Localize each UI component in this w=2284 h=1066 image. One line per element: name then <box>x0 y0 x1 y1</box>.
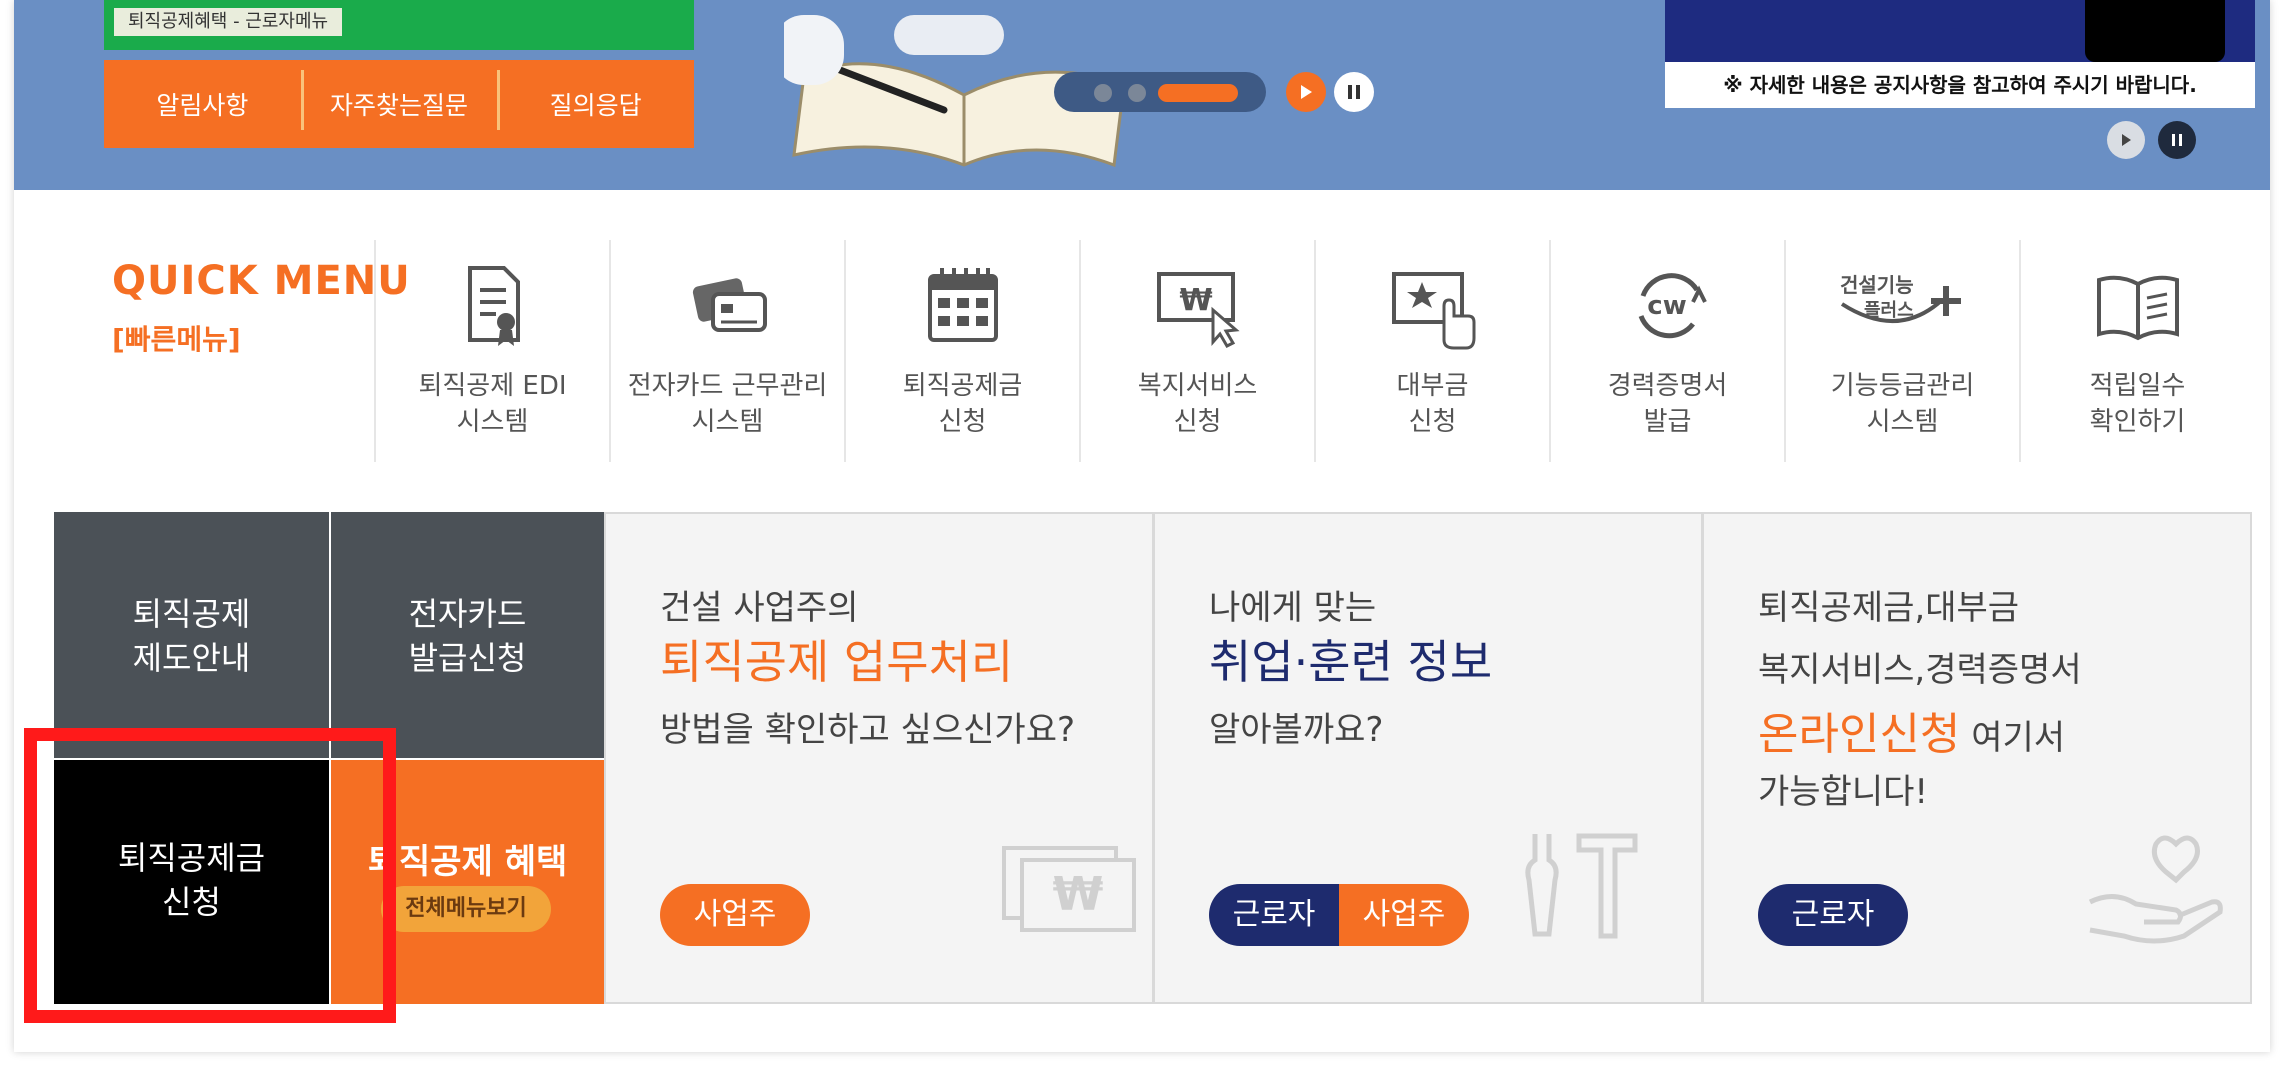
tile-label: 제도안내 <box>132 639 251 677</box>
construction-skill-plus-icon: 건설기능 플러스 <box>1840 273 1961 324</box>
quick-item-edi[interactable]: 퇴직공제 EDI 시스템 <box>374 240 609 462</box>
quick-item-loan[interactable]: 대부금신청 <box>1314 240 1549 462</box>
won-bills-icon: ₩ <box>1002 846 1136 932</box>
notice-menu: 알림사항 자주찾는질문 질의응답 <box>104 60 694 148</box>
right-banner-pause-button[interactable] <box>2158 121 2196 159</box>
play-icon <box>2122 134 2131 146</box>
hand-heart-icon <box>2088 835 2223 944</box>
quick-item-label: 확인하기 <box>2089 407 2186 437</box>
panel-headline: 취업·훈련 정보 <box>1209 635 1493 689</box>
quick-item-skill-grade[interactable]: 건설기능 플러스 기능등급관리시스템 <box>1784 240 2019 462</box>
tile-system-guide[interactable]: 퇴직공제제도안내 <box>54 512 329 758</box>
employer-button[interactable]: 사업주 <box>660 884 810 946</box>
quick-item-label: 신청 <box>1408 407 1457 437</box>
tile-label: 퇴직공제 <box>132 595 251 633</box>
open-book-icon <box>2096 275 2179 341</box>
skill-plus-text: 건설기능 <box>1840 273 1914 297</box>
panel-online-apply: 퇴직공제금,대부금 복지서비스,경력증명서 온라인신청 여기서 가능합니다! 근… <box>1702 512 2252 1004</box>
won-screen-click-icon: ₩ <box>1156 272 1240 348</box>
tile-label: 퇴직공제금 <box>117 839 266 877</box>
quick-item-label: 발급 <box>1643 407 1692 437</box>
slide-indicator <box>1054 72 1266 112</box>
quick-item-ecard[interactable]: 전자카드 근무관리시스템 <box>609 240 844 462</box>
tile-ecard-issue[interactable]: 전자카드발급신청 <box>331 512 604 758</box>
quick-item-label: 시스템 <box>456 407 529 437</box>
banner-pause-button[interactable] <box>1334 72 1374 112</box>
quick-item-welfare[interactable]: ₩ 복지서비스신청 <box>1079 240 1314 462</box>
service-tiles: 퇴직공제제도안내 전자카드발급신청 퇴직공제금신청 퇴직공제 혜택 전체메뉴보기… <box>54 512 2254 1004</box>
menu-qna-link[interactable]: 질의응답 <box>497 70 694 130</box>
page-frame: 퇴직공제혜택 - 근로자메뉴 알림사항 자주찾는질문 질의응답 ※ 자세한 내용… <box>14 0 2270 1052</box>
document-certificate-icon <box>467 266 520 346</box>
cw-logo-icon: cw <box>1638 273 1707 339</box>
notice-caption: ※ 자세한 내용은 공지사항을 참고하여 주시기 바랍니다. <box>1665 62 2255 108</box>
quick-menu-title: QUICK MENU <box>112 258 411 304</box>
slide-dot[interactable] <box>1094 84 1112 102</box>
panel-text: 알아볼까요? <box>1209 710 1384 750</box>
panel-text: 방법을 확인하고 싶으신가요? <box>660 710 1076 750</box>
quick-item-savings-days[interactable]: 적립일수확인하기 <box>2019 240 2254 462</box>
tile-benefits-title: 퇴직공제 혜택 <box>367 842 568 882</box>
banner-illustration <box>2085 0 2225 62</box>
slide-dot[interactable] <box>1128 84 1146 102</box>
cw-logo-text: cw <box>1647 291 1686 321</box>
quick-item-label: 기능등급관리 <box>1830 371 1975 401</box>
quick-item-label: 신청 <box>938 407 987 437</box>
tile-label: 신청 <box>162 883 221 921</box>
right-banner: ※ 자세한 내용은 공지사항을 참고하여 주시기 바랍니다. <box>1665 0 2255 108</box>
quick-item-label: 복지서비스 <box>1137 371 1258 401</box>
monitor-star-click-icon <box>1391 272 1475 350</box>
pause-icon <box>1348 85 1360 99</box>
panel-text: 퇴직공제금,대부금 <box>1758 588 2020 628</box>
top-banner: 퇴직공제혜택 - 근로자메뉴 알림사항 자주찾는질문 질의응답 ※ 자세한 내용… <box>14 0 2270 190</box>
panel-job-training: 나에게 맞는 취업·훈련 정보 알아볼까요? 근로자 사업주 <box>1153 512 1703 1004</box>
tile-retirement-benefits[interactable]: 퇴직공제 혜택 전체메뉴보기 <box>331 760 604 1004</box>
menu-faq-link[interactable]: 자주찾는질문 <box>300 70 498 130</box>
quick-item-label: 신청 <box>1173 407 1222 437</box>
tile-label: 전자카드 <box>408 595 527 633</box>
calendar-icon <box>927 268 998 342</box>
quick-item-label: 전자카드 근무관리 <box>627 371 828 401</box>
quick-item-career-cert[interactable]: cw 경력증명서발급 <box>1549 240 1784 462</box>
play-icon <box>1301 85 1312 99</box>
view-all-menu-button[interactable]: 전체메뉴보기 <box>381 886 551 932</box>
slide-dot-active[interactable] <box>1158 84 1238 102</box>
panel-text: 복지서비스,경력증명서 <box>1758 650 2082 690</box>
panel-headline: 온라인신청 <box>1758 709 1961 760</box>
pause-icon <box>2172 134 2182 146</box>
quick-item-label: 시스템 <box>691 407 764 437</box>
banner-play-button[interactable] <box>1286 72 1326 112</box>
right-banner-play-button[interactable] <box>2107 121 2145 159</box>
banner-tag: 퇴직공제혜택 - 근로자메뉴 <box>114 8 343 36</box>
svg-text:₩: ₩ <box>1053 867 1104 921</box>
tile-retirement-apply[interactable]: 퇴직공제금신청 <box>54 760 329 1004</box>
quick-menu-subtitle: [빠른메뉴] <box>112 323 241 356</box>
quick-item-retirement-apply[interactable]: 퇴직공제금신청 <box>844 240 1079 462</box>
quick-item-label: 대부금 <box>1396 371 1469 401</box>
quick-menu-list: 퇴직공제 EDI 시스템 전자카드 근무관리 시스템 퇴직공제금 신청 ₩ 복지… <box>374 240 2254 462</box>
worker-button[interactable]: 근로자 <box>1758 884 1908 946</box>
tools-icon <box>1525 833 1638 939</box>
panel-text: 가능합니다! <box>1758 772 1929 812</box>
svg-text:₩: ₩ <box>1179 283 1212 318</box>
quick-item-label: 퇴직공제 EDI <box>418 371 567 401</box>
quick-item-label: 퇴직공제금 <box>902 371 1023 401</box>
employer-button[interactable]: 사업주 <box>1339 884 1469 946</box>
worker-button[interactable]: 근로자 <box>1209 884 1339 946</box>
panel-employer-guide: 건설 사업주의 퇴직공제 업무처리 방법을 확인하고 싶으신가요? 사업주 ₩ <box>604 512 1154 1004</box>
quick-item-label: 적립일수 <box>2089 371 2186 401</box>
quick-item-label: 경력증명서 <box>1607 371 1728 401</box>
cards-icon <box>692 278 767 332</box>
panel-text: 나에게 맞는 <box>1209 588 1377 628</box>
panel-text: 건설 사업주의 <box>660 588 859 628</box>
panel-text: 여기서 <box>1960 718 2066 758</box>
quick-item-label: 시스템 <box>1866 407 1939 437</box>
tile-label: 발급신청 <box>408 639 527 677</box>
menu-notice-link[interactable]: 알림사항 <box>104 86 301 122</box>
panel-headline: 퇴직공제 업무처리 <box>660 635 1014 689</box>
